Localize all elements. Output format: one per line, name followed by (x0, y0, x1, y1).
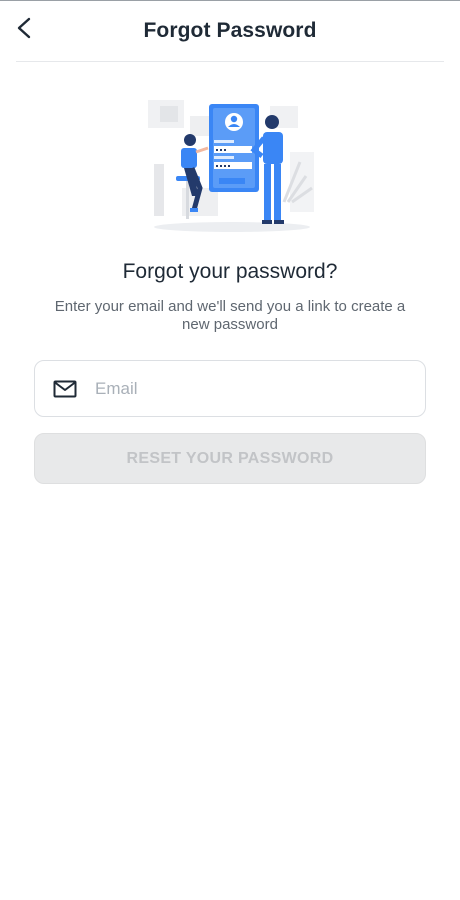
header-divider (16, 61, 444, 62)
page-title: Forgot Password (143, 19, 317, 42)
app-header: Forgot Password (0, 1, 460, 62)
instruction-text: Enter your email and we'll send you a li… (54, 298, 406, 333)
reset-password-button[interactable]: RESET YOUR PASSWORD (34, 433, 426, 484)
envelope-icon (53, 380, 77, 398)
email-input[interactable] (95, 378, 395, 399)
email-field[interactable] (34, 360, 426, 417)
forgot-password-illustration (134, 92, 330, 236)
headline: Forgot your password? (122, 260, 338, 283)
